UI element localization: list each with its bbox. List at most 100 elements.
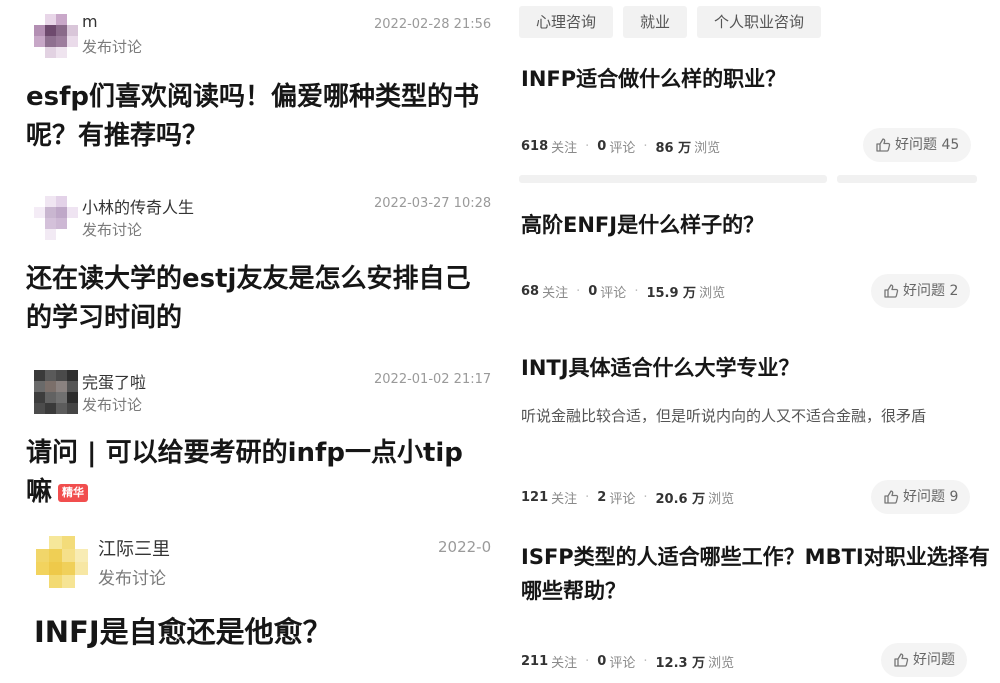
post-title-text: 请问 | 可以给要考研的infp一点小tip嘛 <box>26 438 463 507</box>
post-date: 2022-02-28 21:56 <box>374 17 492 32</box>
avatar-pixel <box>45 403 56 414</box>
view-count: 12.3 万 <box>655 656 706 671</box>
view-label: 浏览 <box>699 286 726 301</box>
avatar-pixel <box>75 549 88 562</box>
avatar-pixel <box>67 207 78 218</box>
avatar-pixel <box>75 575 88 588</box>
good-question-button[interactable]: 好问题 9 <box>871 480 971 514</box>
avatar-pixel <box>67 25 78 36</box>
avatar-pixel <box>67 229 78 240</box>
post-action: 发布讨论 <box>82 38 143 56</box>
comment-count: 2 <box>597 490 607 505</box>
tag-psych-consult[interactable]: 心理咨询 <box>519 6 614 38</box>
avatar[interactable] <box>34 370 78 414</box>
avatar-pixel <box>56 47 67 58</box>
avatar-pixel <box>67 196 78 207</box>
avatar-pixel <box>45 381 56 392</box>
avatar-pixel <box>34 218 45 229</box>
avatar-pixel <box>62 549 75 562</box>
avatar-pixel <box>56 229 67 240</box>
question-excerpt[interactable]: 听说金融比较合适，但是听说内向的人又不适合金融，很矛盾 <box>521 403 991 430</box>
separator-dot: · <box>643 654 648 669</box>
question-stats: 211 关注 · 0 评论 · 12.3 万浏览 <box>521 652 734 671</box>
avatar-pixel <box>62 562 75 575</box>
avatar-pixel <box>56 207 67 218</box>
avatar-pixel <box>45 36 56 47</box>
discussion-feed: m 发布讨论 2022-02-28 21:56 esfp们喜欢阅读吗！偏爱哪种类… <box>0 0 500 683</box>
avatar-pixel <box>56 196 67 207</box>
post-action: 发布讨论 <box>98 569 166 589</box>
avatar-pixel <box>45 25 56 36</box>
avatar[interactable] <box>36 536 88 588</box>
avatar-pixel <box>34 25 45 36</box>
post-author[interactable]: m <box>82 12 98 31</box>
comment-count: 0 <box>588 284 598 299</box>
post-action: 发布讨论 <box>82 396 143 414</box>
good-question-label: 好问题 <box>913 652 955 668</box>
avatar-pixel <box>62 536 75 549</box>
follow-count: 121 <box>521 490 549 505</box>
question-title[interactable]: INTJ具体适合什么大学专业？ <box>521 351 991 385</box>
avatar[interactable] <box>34 14 78 58</box>
avatar[interactable] <box>34 196 78 240</box>
avatar-pixel <box>49 575 62 588</box>
post-title[interactable]: INFJ是自愈还是他愈？ <box>34 612 496 652</box>
question-title[interactable]: 高阶ENFJ是什么样子的？ <box>521 208 991 242</box>
question-stats: 121 关注 · 2 评论 · 20.6 万浏览 <box>521 488 734 507</box>
follow-count: 211 <box>521 654 549 669</box>
avatar-pixel <box>49 562 62 575</box>
avatar-pixel <box>34 403 45 414</box>
avatar-pixel <box>34 392 45 403</box>
post-title[interactable]: 请问 | 可以给要考研的infp一点小tip嘛 精华 <box>26 434 488 512</box>
avatar-pixel <box>62 575 75 588</box>
separator-dot: · <box>585 490 590 505</box>
avatar-pixel <box>36 575 49 588</box>
good-question-button[interactable]: 好问题 <box>881 643 967 677</box>
separator-dot: · <box>634 284 639 299</box>
avatar-pixel <box>67 36 78 47</box>
avatar-pixel <box>34 381 45 392</box>
avatar-pixel <box>36 562 49 575</box>
avatar-pixel <box>45 207 56 218</box>
question-title[interactable]: ISFP类型的人适合哪些工作？MBTI对职业选择有哪些帮助？ <box>521 540 991 608</box>
separator-dot: · <box>643 139 648 154</box>
avatar-pixel <box>56 218 67 229</box>
tag-employment[interactable]: 就业 <box>623 6 688 38</box>
avatar-pixel <box>49 549 62 562</box>
comment-count: 0 <box>597 654 607 669</box>
thumbs-up-icon <box>894 653 909 667</box>
post-title[interactable]: 还在读大学的estj友友是怎么安排自己的学习时间的 <box>26 260 488 338</box>
avatar-pixel <box>67 370 78 381</box>
post-author[interactable]: 完蛋了啦 <box>82 369 146 393</box>
post-date: 2022-03-27 10:28 <box>374 196 492 211</box>
avatar-pixel <box>45 14 56 25</box>
avatar-pixel <box>34 207 45 218</box>
good-question-button[interactable]: 好问题 2 <box>871 274 971 308</box>
avatar-pixel <box>56 370 67 381</box>
avatar-pixel <box>67 392 78 403</box>
view-label: 浏览 <box>694 141 721 156</box>
good-question-label: 好问题 2 <box>903 283 959 299</box>
good-question-label: 好问题 45 <box>895 137 960 153</box>
post-author[interactable]: 江际三里 <box>98 535 170 561</box>
post-title[interactable]: esfp们喜欢阅读吗！偏爱哪种类型的书呢？有推荐吗？ <box>26 78 488 156</box>
avatar-pixel <box>56 14 67 25</box>
view-count: 20.6 万 <box>655 492 706 507</box>
avatar-pixel <box>67 381 78 392</box>
topic-tags: 心理咨询 就业 个人职业咨询 <box>519 6 822 38</box>
follow-label: 关注 <box>542 286 569 301</box>
avatar-pixel <box>34 229 45 240</box>
avatar-pixel <box>36 549 49 562</box>
question-stats: 618 关注 · 0 评论 · 86 万浏览 <box>521 137 720 156</box>
post-author[interactable]: 小林的传奇人生 <box>82 194 194 218</box>
good-question-button[interactable]: 好问题 45 <box>863 128 972 162</box>
tag-career-consult[interactable]: 个人职业咨询 <box>697 6 822 38</box>
avatar-pixel <box>56 25 67 36</box>
question-title[interactable]: INFP适合做什么样的职业？ <box>521 62 991 96</box>
comment-label: 评论 <box>600 286 627 301</box>
avatar-pixel <box>56 36 67 47</box>
avatar-pixel <box>45 47 56 58</box>
view-count: 15.9 万 <box>646 286 697 301</box>
follow-label: 关注 <box>551 656 578 671</box>
question-stats: 68 关注 · 0 评论 · 15.9 万浏览 <box>521 282 725 301</box>
